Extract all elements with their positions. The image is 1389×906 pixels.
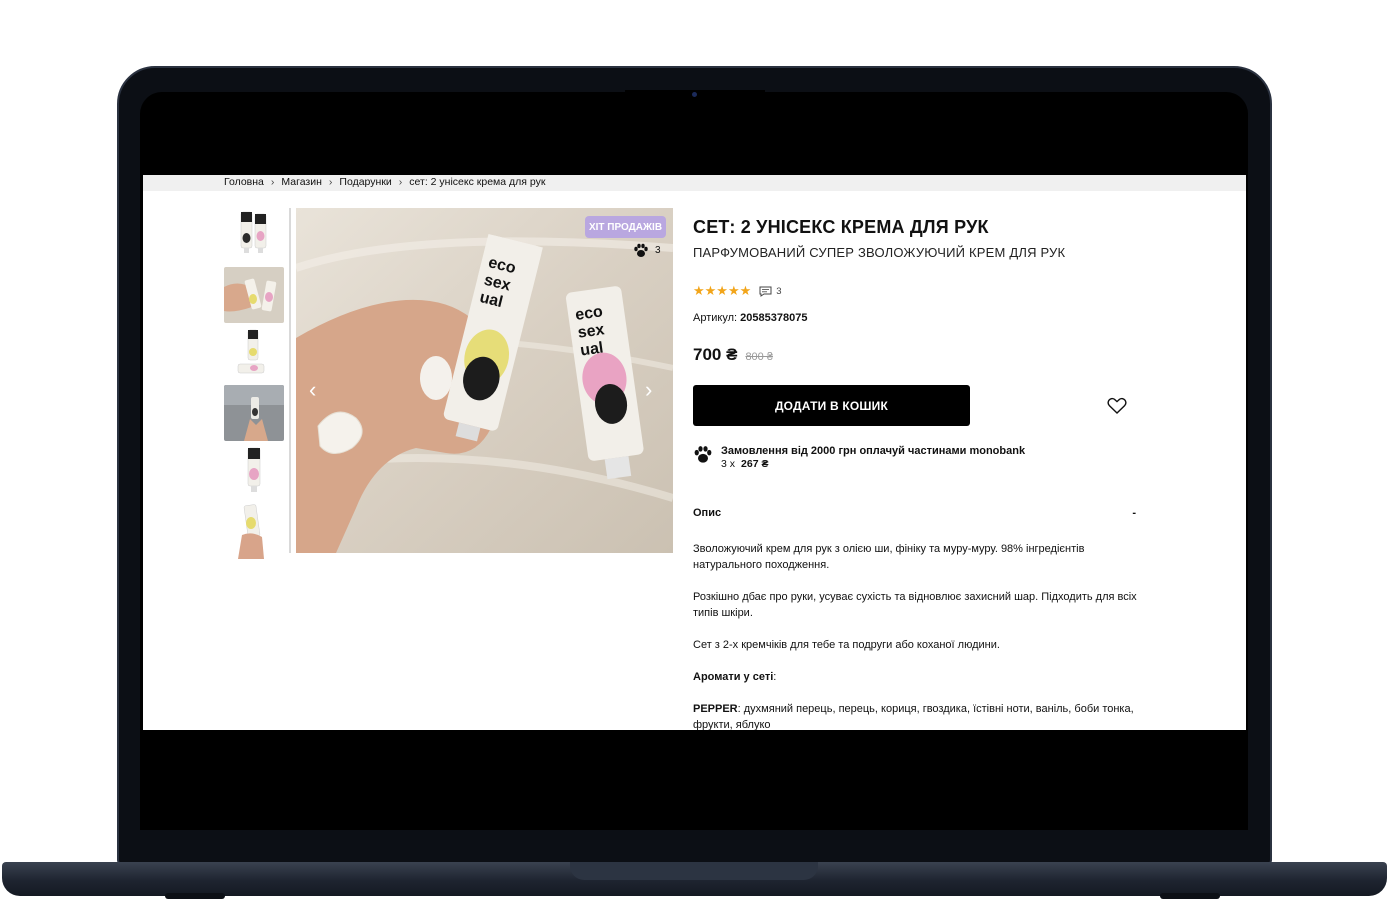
installments-info: Замовлення від 2000 грн оплачуй частинам… xyxy=(693,445,1025,471)
sku-label: Артикул: xyxy=(693,312,738,324)
paw-icon xyxy=(634,243,648,257)
installments-amount: 267 ₴ xyxy=(741,458,769,470)
bestseller-badge: ХІТ ПРОДАЖІВ xyxy=(585,216,666,238)
pepper-notes: : духмяний перець, перець, кориця, гвозд… xyxy=(693,703,1134,730)
pepper-label: PEPPER xyxy=(693,703,738,715)
description-paragraph: Розкішно дбає про руки, усуває сухість т… xyxy=(693,591,1137,619)
paw-icon xyxy=(694,446,712,463)
thumbnail-4[interactable] xyxy=(224,385,284,441)
old-price: 800 ₴ xyxy=(745,351,773,363)
sku-value: 20585378075 xyxy=(740,312,808,324)
aromas-colon: : xyxy=(773,671,777,683)
thumbnail-divider xyxy=(289,208,291,553)
description-body: Зволожуючий крем для рук з олією ши, фін… xyxy=(693,541,1138,730)
main-product-image[interactable]: eco sex ual eco sex ual xyxy=(296,208,673,553)
product-title: СЕТ: 2 УНІСЕКС КРЕМА ДЛЯ РУК xyxy=(693,217,989,237)
breadcrumb-gifts[interactable]: Подарунки xyxy=(339,176,391,188)
aromas-heading: Аромати у сеті: xyxy=(693,669,1138,685)
chat-icon xyxy=(759,286,772,297)
description-paragraph: Сет з 2-х кремчіків для тебе та подруги … xyxy=(693,639,1000,651)
chevron-left-icon[interactable]: ‹ xyxy=(309,379,316,401)
product-rating[interactable]: ★★★★★ 3 xyxy=(693,283,782,299)
description-toggle[interactable]: Опис - xyxy=(693,507,1136,519)
installments-text: Замовлення від 2000 грн оплачуй частинам… xyxy=(721,445,1026,457)
thumbnail-5[interactable] xyxy=(224,444,284,500)
thumbnail-2[interactable] xyxy=(224,267,284,323)
reviews-link[interactable]: 3 xyxy=(759,285,782,297)
installments-multiplier: 3 х xyxy=(721,458,736,470)
collapse-icon[interactable]: - xyxy=(1132,507,1136,519)
breadcrumb-separator: › xyxy=(398,176,403,188)
product-subtitle: ПАРФУМОВАНИЙ СУПЕР ЗВОЛОЖУЮЧИЙ КРЕМ ДЛЯ … xyxy=(693,245,1066,260)
add-to-cart-button[interactable]: ДОДАТИ В КОШИК xyxy=(693,385,970,426)
reviews-count: 3 xyxy=(776,285,782,297)
price-row: 700 ₴ 800 ₴ xyxy=(693,345,773,365)
paw-count: 3 xyxy=(655,245,661,256)
aroma-pepper: PEPPER: духмяний перець, перець, кориця,… xyxy=(693,701,1138,730)
sku: Артикул: 20585378075 xyxy=(693,312,807,324)
description-header: Опис xyxy=(693,507,722,519)
breadcrumb-current: сет: 2 унісекс крема для рук xyxy=(409,176,546,188)
laptop-hinge xyxy=(570,862,818,880)
description-paragraph: Зволожуючий крем для рук з олією ши, фін… xyxy=(693,543,1085,571)
thumbnail-1[interactable] xyxy=(224,208,284,264)
breadcrumb-home[interactable]: Головна xyxy=(224,176,264,188)
camera-icon xyxy=(692,92,697,97)
breadcrumb-shop[interactable]: Магазин xyxy=(281,176,322,188)
breadcrumb-separator: › xyxy=(328,176,333,188)
browser-page: Головна › Магазин › Подарунки › сет: 2 у… xyxy=(143,175,1246,730)
thumbnail-3[interactable] xyxy=(224,326,284,382)
laptop-foot-right xyxy=(1160,893,1220,899)
laptop-foot-left xyxy=(165,893,225,899)
heart-icon[interactable] xyxy=(1107,397,1127,415)
aromas-label: Аромати у сеті xyxy=(693,671,774,683)
thumbnail-list xyxy=(224,208,286,562)
thumbnail-6[interactable] xyxy=(224,503,284,559)
rating-stars: ★★★★★ xyxy=(693,283,752,298)
chevron-right-icon[interactable]: › xyxy=(645,379,652,401)
paw-likes[interactable]: 3 xyxy=(633,243,661,258)
current-price: 700 ₴ xyxy=(693,345,738,364)
breadcrumb: Головна › Магазин › Подарунки › сет: 2 у… xyxy=(224,176,545,188)
breadcrumb-separator: › xyxy=(270,176,275,188)
